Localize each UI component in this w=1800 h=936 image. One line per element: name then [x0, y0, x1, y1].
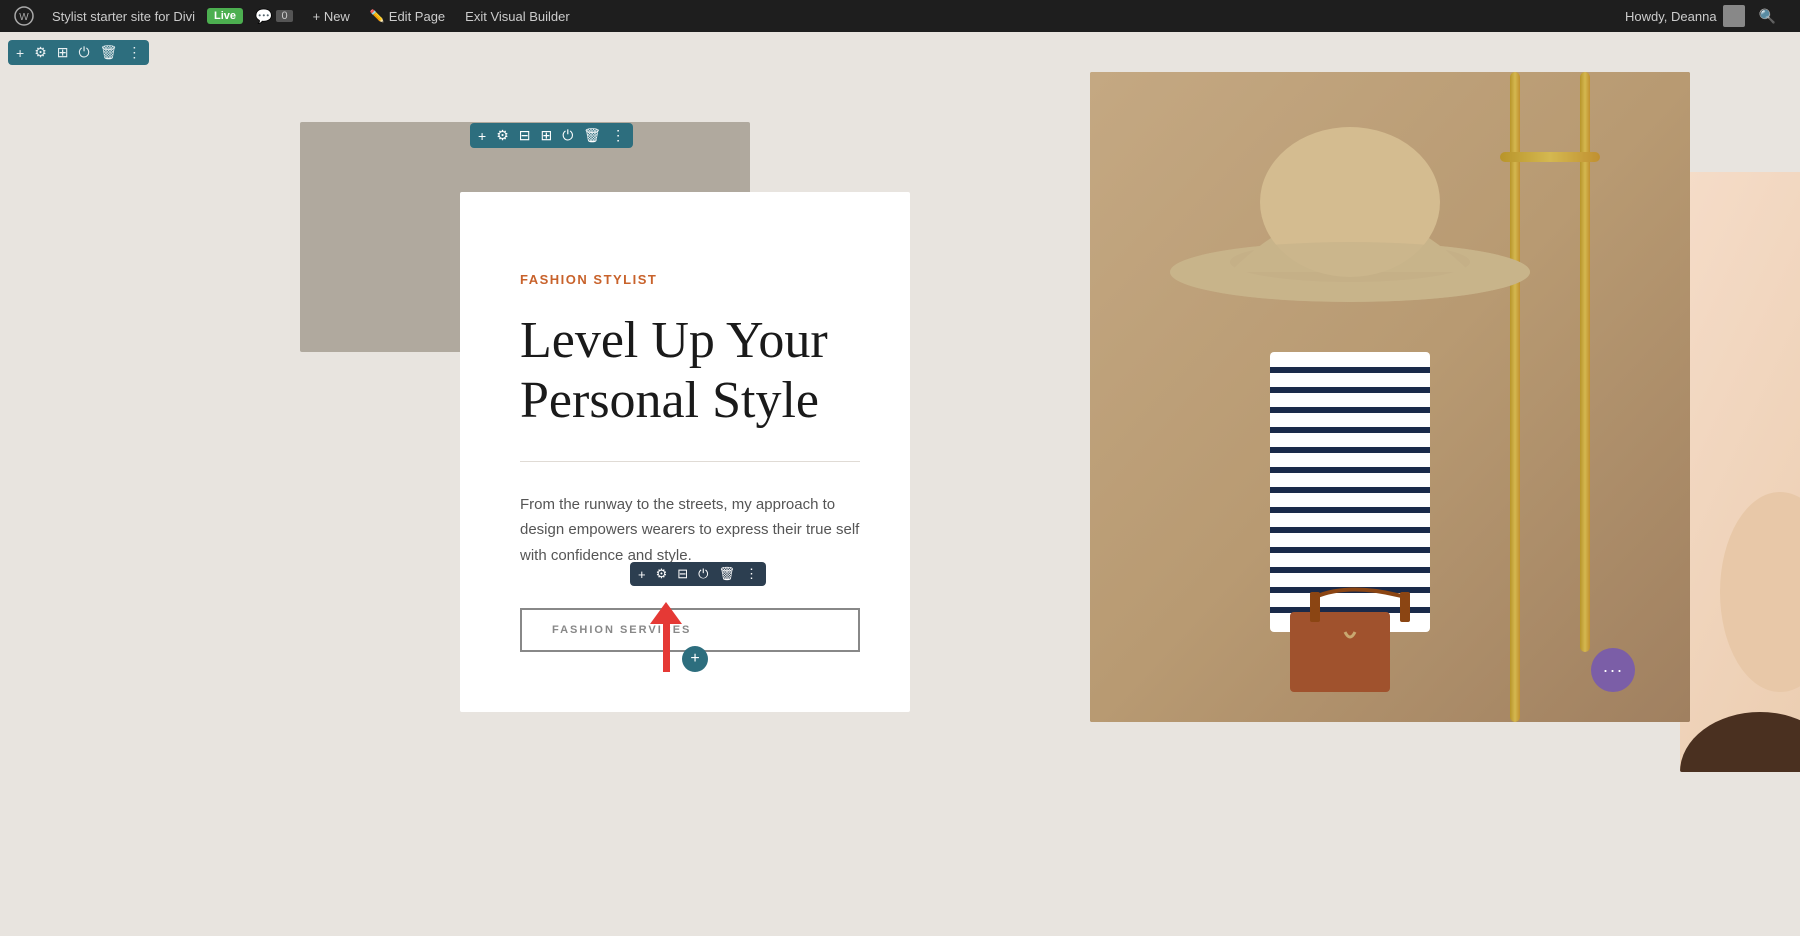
row-settings-icon[interactable]: ⚙: [496, 127, 509, 144]
edit-page-label: Edit Page: [389, 9, 445, 24]
section-layout-icon[interactable]: ⊞: [57, 44, 69, 61]
hero-divider: [520, 461, 860, 462]
cta-button[interactable]: FASHION SERVICES: [520, 608, 860, 652]
page-content: + ⚙ ⊟ ⊞ ⏻ 🗑 ⋮ FASHION STYLIST Level Up Y…: [0, 32, 1800, 936]
row-more-icon[interactable]: ⋮: [611, 127, 625, 144]
site-name-bar-item[interactable]: Stylist starter site for Divi: [44, 0, 203, 32]
module-toolbar: + ⚙ ⊟ ⏻ 🗑 ⋮: [630, 562, 766, 586]
section-delete-icon[interactable]: 🗑: [100, 44, 118, 61]
edit-page-bar-item[interactable]: ✏️ Edit Page: [362, 0, 453, 32]
module-layout-icon[interactable]: ⊟: [677, 566, 688, 582]
row-layout-icon[interactable]: ⊟: [519, 127, 531, 144]
comment-count: 0: [276, 10, 292, 22]
row-delete-icon[interactable]: 🗑: [583, 127, 601, 144]
hero-content-card: FASHION STYLIST Level Up Your Personal S…: [460, 192, 910, 712]
exit-builder-bar-item[interactable]: Exit Visual Builder: [457, 0, 578, 32]
row-power-icon[interactable]: ⏻: [562, 127, 573, 144]
button-area: + ⚙ ⊟ ⏻ 🗑 ⋮ + FASHION SERVICES: [520, 608, 860, 652]
new-label: + New: [313, 9, 350, 24]
section-add-icon[interactable]: +: [16, 45, 24, 61]
module-add-icon[interactable]: +: [638, 567, 646, 582]
comment-icon: 💬: [255, 8, 272, 25]
section-toolbar: + ⚙ ⊞ ⏻ 🗑 ⋮: [8, 40, 149, 65]
module-power-icon[interactable]: ⏻: [698, 566, 708, 582]
section-settings-icon[interactable]: ⚙: [34, 44, 47, 61]
row-grid-icon[interactable]: ⊞: [540, 127, 552, 144]
red-arrow-head: [650, 602, 682, 624]
site-name-text: Stylist starter site for Divi: [52, 9, 195, 24]
comments-bar-item[interactable]: 💬 0: [247, 0, 301, 32]
far-right-image: [1680, 172, 1800, 772]
module-more-icon[interactable]: ⋮: [745, 566, 758, 582]
section-power-icon[interactable]: ⏻: [78, 44, 89, 61]
hero-description: From the runway to the streets, my appro…: [520, 492, 860, 569]
hero-title: Level Up Your Personal Style: [520, 311, 860, 431]
user-avatar: [1723, 5, 1745, 27]
exit-builder-label: Exit Visual Builder: [465, 9, 570, 24]
svg-text:W: W: [19, 12, 29, 23]
more-dots-button[interactable]: ···: [1591, 648, 1635, 692]
howdy-text: Howdy, Deanna: [1625, 9, 1717, 24]
module-delete-icon[interactable]: 🗑: [718, 566, 735, 582]
admin-bar: W Stylist starter site for Divi Live 💬 0…: [0, 0, 1800, 32]
hero-fashion-image: ···: [1090, 72, 1690, 722]
live-badge: Live: [207, 8, 243, 24]
red-arrow-shaft: [663, 624, 670, 672]
new-bar-item[interactable]: + New: [305, 0, 358, 32]
hero-eyebrow: FASHION STYLIST: [520, 272, 860, 287]
row-toolbar: + ⚙ ⊟ ⊞ ⏻ 🗑 ⋮: [470, 123, 633, 148]
plus-circle-button[interactable]: +: [682, 646, 708, 672]
search-icon[interactable]: 🔍: [1751, 8, 1784, 25]
howdy-section: Howdy, Deanna 🔍: [1625, 5, 1792, 27]
wp-logo: W: [8, 0, 40, 32]
module-settings-icon[interactable]: ⚙: [656, 566, 668, 582]
row-add-icon[interactable]: +: [478, 128, 486, 144]
section-more-icon[interactable]: ⋮: [127, 44, 141, 61]
